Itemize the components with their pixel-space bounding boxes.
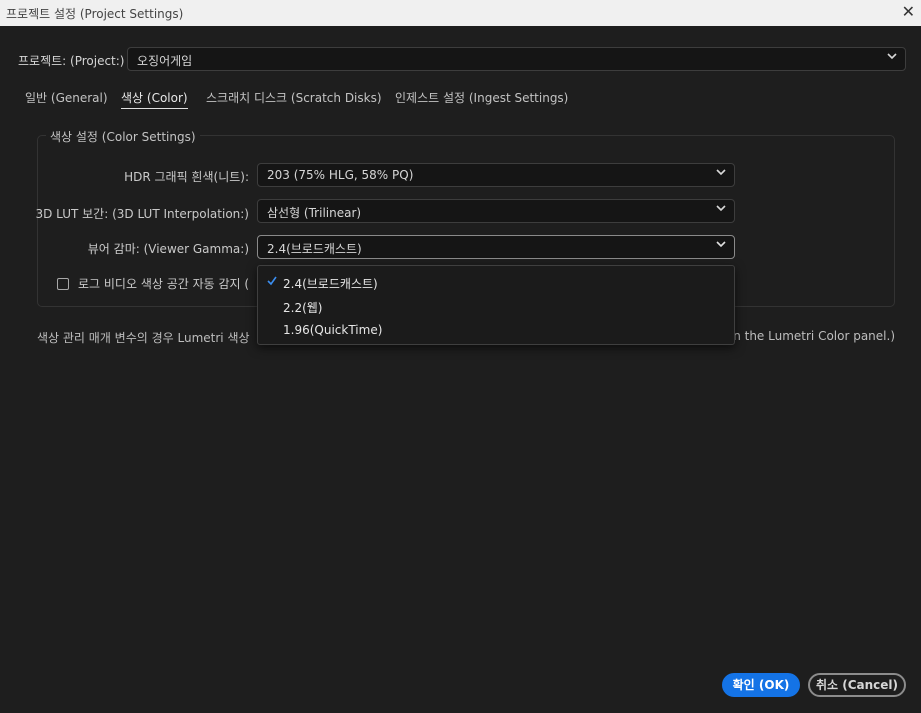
- project-label: 프로젝트: (Project:): [18, 54, 125, 68]
- tab-scratch-disks[interactable]: 스크래치 디스크 (Scratch Disks): [206, 89, 382, 106]
- tab-color[interactable]: 색상 (Color): [121, 89, 188, 109]
- viewer-gamma-value: 2.4(브로드캐스트): [267, 242, 362, 256]
- chevron-down-icon: [716, 239, 726, 252]
- title-bar: 프로젝트 설정 (Project Settings) ✕: [0, 0, 921, 26]
- viewer-gamma-select[interactable]: 2.4(브로드캐스트): [257, 235, 735, 259]
- ok-button[interactable]: 확인 (OK): [722, 673, 800, 697]
- hdr-white-select[interactable]: 203 (75% HLG, 58% PQ): [257, 163, 735, 187]
- gamma-option-2-2[interactable]: 2.2(웹): [258, 294, 734, 318]
- viewer-gamma-label: 뷰어 감마: (Viewer Gamma:): [87, 242, 249, 256]
- cancel-button[interactable]: 취소 (Cancel): [808, 673, 906, 697]
- chevron-down-icon: [716, 203, 726, 216]
- color-settings-legend: 색상 설정 (Color Settings): [46, 128, 200, 145]
- tab-general[interactable]: 일반 (General): [25, 89, 108, 106]
- gamma-option-label: 2.4(브로드캐스트): [283, 277, 378, 291]
- auto-detect-checkbox[interactable]: [57, 277, 69, 290]
- gamma-option-2-4[interactable]: 2.4(브로드캐스트): [258, 270, 734, 294]
- gamma-option-1-96[interactable]: 1.96(QuickTime): [258, 318, 734, 342]
- hdr-white-label: HDR 그래픽 흰색(니트):: [124, 170, 249, 184]
- lut-interp-value: 삼선형 (Trilinear): [267, 206, 362, 220]
- chevron-down-icon: [887, 51, 897, 64]
- window-title: 프로젝트 설정 (Project Settings): [6, 7, 184, 21]
- project-select[interactable]: 오징어게임: [127, 47, 906, 71]
- checkmark-icon: [267, 275, 277, 289]
- auto-detect-row[interactable]: 로그 비디오 색상 공간 자동 감지 (: [57, 275, 249, 292]
- note-text-left: 색상 관리 매개 변수의 경우 Lumetri 색상: [37, 331, 250, 345]
- viewer-gamma-dropdown: 2.4(브로드캐스트) 2.2(웹) 1.96(QuickTime): [257, 265, 735, 345]
- gamma-option-label: 1.96(QuickTime): [283, 323, 383, 337]
- gamma-option-label: 2.2(웹): [283, 301, 323, 315]
- chevron-down-icon: [716, 167, 726, 180]
- note-text-right: ab in the Lumetri Color panel.): [711, 329, 895, 343]
- project-select-value: 오징어게임: [137, 54, 193, 68]
- close-icon[interactable]: ✕: [902, 2, 915, 21]
- lut-interp-select[interactable]: 삼선형 (Trilinear): [257, 199, 735, 223]
- hdr-white-value: 203 (75% HLG, 58% PQ): [267, 168, 414, 182]
- auto-detect-label: 로그 비디오 색상 공간 자동 감지 (: [78, 277, 250, 291]
- lut-interp-label: 3D LUT 보간: (3D LUT Interpolation:): [35, 207, 249, 221]
- tab-ingest-settings[interactable]: 인제스트 설정 (Ingest Settings): [395, 89, 568, 106]
